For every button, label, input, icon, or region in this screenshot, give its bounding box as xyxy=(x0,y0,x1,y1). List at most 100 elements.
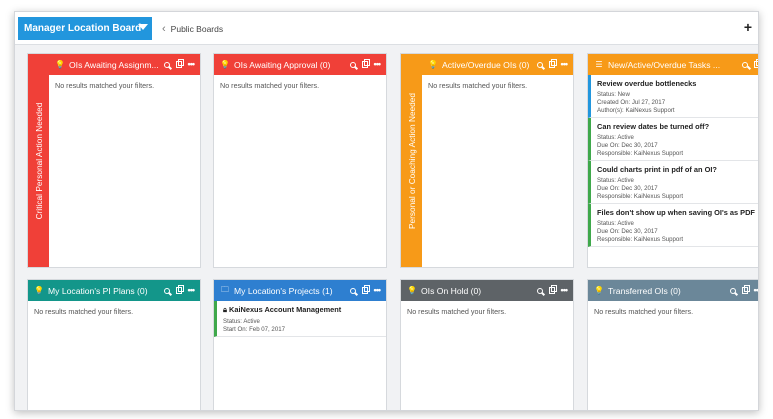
copy-icon[interactable] xyxy=(175,285,184,294)
task-person: Responsible: KaiNexus Support xyxy=(597,236,684,243)
panel-header[interactable]: 🗀 My Location's Projects (1) ••• xyxy=(214,280,386,301)
copy-icon[interactable] xyxy=(548,59,557,68)
task-date: Due On: Dec 30, 2017 xyxy=(597,142,658,149)
task-person: Responsible: KaiNexus Support xyxy=(597,193,684,200)
task-title: Review overdue bottlenecks xyxy=(597,79,697,88)
panel-title: Active/Overdue OIs (0) xyxy=(442,59,530,70)
panel-header[interactable]: 💡 Transferred OIs (0) ••• xyxy=(588,280,758,301)
coaching-side-label: Personal or Coaching Action Needed xyxy=(401,54,422,267)
task-status: Status: New xyxy=(597,91,630,98)
panel-header[interactable]: 💡 Active/Overdue OIs (0) ••• xyxy=(422,54,573,75)
search-icon[interactable] xyxy=(163,287,170,294)
bulb-icon: 💡 xyxy=(55,60,65,69)
search-icon[interactable] xyxy=(349,287,356,294)
more-icon[interactable]: ••• xyxy=(374,286,382,295)
add-panel-button[interactable]: + xyxy=(744,19,752,35)
bulb-icon: 💡 xyxy=(407,286,417,295)
panel-tasks: ☰ New/Active/Overdue Tasks ... Review ov… xyxy=(587,53,758,268)
task-title: Can review dates be turned off? xyxy=(597,122,710,131)
copy-icon[interactable] xyxy=(175,59,184,68)
task-person: Responsible: KaiNexus Support xyxy=(597,150,684,157)
panel-title: OIs Awaiting Assignm... xyxy=(69,59,159,70)
task-item[interactable]: Can review dates be turned off? Status: … xyxy=(588,118,758,161)
board-selector[interactable]: Manager Location Board xyxy=(18,17,152,40)
task-person: Author(s): KaiNexus Support xyxy=(597,107,675,114)
panel-header[interactable]: 💡 My Location's PI Plans (0) ••• xyxy=(28,280,200,301)
more-icon[interactable]: ••• xyxy=(188,286,196,295)
panel-header[interactable]: 💡 OIs Awaiting Approval (0) ••• xyxy=(214,54,386,75)
bulb-icon: 💡 xyxy=(428,60,438,69)
empty-message: No results matched your filters. xyxy=(220,81,320,90)
search-icon[interactable] xyxy=(729,287,736,294)
copy-icon[interactable] xyxy=(741,285,750,294)
top-bar: Manager Location Board ‹ Public Boards + xyxy=(15,12,758,45)
panel-ois-awaiting-approval: 💡 OIs Awaiting Approval (0) ••• No resul… xyxy=(213,53,387,268)
task-status: Status: Active xyxy=(597,177,634,184)
breadcrumb-label: Public Boards xyxy=(170,24,224,34)
panel-title: OIs Awaiting Approval (0) xyxy=(234,59,331,70)
search-icon[interactable] xyxy=(163,61,170,68)
panel-on-hold: 💡 OIs On Hold (0) ••• No results matched… xyxy=(400,279,574,410)
folder-icon: 🗀 xyxy=(221,284,229,294)
project-title: KaiNexus Account Management xyxy=(229,305,342,314)
board-name: Manager Location Board xyxy=(24,23,142,34)
panel-header[interactable]: 💡 OIs Awaiting Assignm... ••• xyxy=(49,54,200,75)
project-status: Status: Active xyxy=(223,318,260,325)
panel-pi-plans: 💡 My Location's PI Plans (0) ••• No resu… xyxy=(27,279,201,410)
search-icon[interactable] xyxy=(349,61,356,68)
more-icon[interactable]: ••• xyxy=(561,60,569,69)
panel-header[interactable]: 💡 OIs On Hold (0) ••• xyxy=(401,280,573,301)
task-date: Created On: Jul 27, 2017 xyxy=(597,99,666,106)
breadcrumb[interactable]: ‹ Public Boards xyxy=(162,23,224,35)
more-icon[interactable]: ••• xyxy=(561,286,569,295)
empty-message: No results matched your filters. xyxy=(34,307,134,316)
coaching-side-text: Personal or Coaching Action Needed xyxy=(406,92,417,229)
panel-title: OIs On Hold (0) xyxy=(421,285,482,296)
more-icon[interactable]: ••• xyxy=(374,60,382,69)
bulb-icon: 💡 xyxy=(594,286,604,295)
bulb-icon: 💡 xyxy=(34,286,44,295)
panel-transferred: 💡 Transferred OIs (0) ••• No results mat… xyxy=(587,279,758,410)
empty-message: No results matched your filters. xyxy=(55,81,155,90)
task-title: Files don't show up when saving OI's as … xyxy=(597,208,755,217)
panel-title: My Location's PI Plans (0) xyxy=(48,285,148,296)
critical-group: Critical Personal Action Needed 💡 OIs Aw… xyxy=(27,53,201,268)
chevron-left-icon: ‹ xyxy=(162,23,166,35)
panel-title: My Location's Projects (1) xyxy=(234,285,333,296)
critical-side-label: Critical Personal Action Needed xyxy=(28,54,49,267)
coaching-group: Personal or Coaching Action Needed 💡 Act… xyxy=(400,53,574,268)
panel-projects: 🗀 My Location's Projects (1) ••• 🔒︎ KaiN… xyxy=(213,279,387,410)
list-icon: ☰ xyxy=(595,60,603,69)
panel-title: Transferred OIs (0) xyxy=(608,285,681,296)
copy-icon[interactable] xyxy=(361,59,370,68)
search-icon[interactable] xyxy=(536,61,543,68)
project-start: Start On: Feb 07, 2017 xyxy=(223,326,285,333)
copy-icon[interactable] xyxy=(548,285,557,294)
task-item[interactable]: Could charts print in pdf of an OI? Stat… xyxy=(588,161,758,204)
caret-down-icon xyxy=(138,24,148,30)
task-status: Status: Active xyxy=(597,220,634,227)
panel-title: New/Active/Overdue Tasks ... xyxy=(608,59,721,70)
more-icon[interactable]: ••• xyxy=(754,286,758,295)
critical-side-text: Critical Personal Action Needed xyxy=(33,102,44,219)
search-icon[interactable] xyxy=(742,61,748,68)
empty-message: No results matched your filters. xyxy=(594,307,694,316)
task-title: Could charts print in pdf of an OI? xyxy=(597,165,717,174)
search-icon[interactable] xyxy=(536,287,543,294)
task-date: Due On: Dec 30, 2017 xyxy=(597,185,658,192)
project-item[interactable]: 🔒︎ KaiNexus Account Management Status: A… xyxy=(214,301,386,337)
task-status: Status: Active xyxy=(597,134,634,141)
app-window: Manager Location Board ‹ Public Boards +… xyxy=(14,11,759,411)
empty-message: No results matched your filters. xyxy=(428,81,528,90)
task-item[interactable]: Files don't show up when saving OI's as … xyxy=(588,204,758,247)
copy-icon[interactable] xyxy=(361,285,370,294)
panel-active-overdue: 💡 Active/Overdue OIs (0) ••• No results … xyxy=(422,54,573,267)
copy-icon[interactable] xyxy=(754,59,758,68)
more-icon[interactable]: ••• xyxy=(188,60,196,69)
task-item[interactable]: Review overdue bottlenecks Status: New C… xyxy=(588,75,758,118)
panel-header[interactable]: ☰ New/Active/Overdue Tasks ... xyxy=(588,54,758,75)
panel-ois-awaiting-assignment: 💡 OIs Awaiting Assignm... ••• No results… xyxy=(49,54,200,267)
task-date: Due On: Dec 30, 2017 xyxy=(597,228,658,235)
empty-message: No results matched your filters. xyxy=(407,307,507,316)
bulb-icon: 💡 xyxy=(220,60,230,69)
